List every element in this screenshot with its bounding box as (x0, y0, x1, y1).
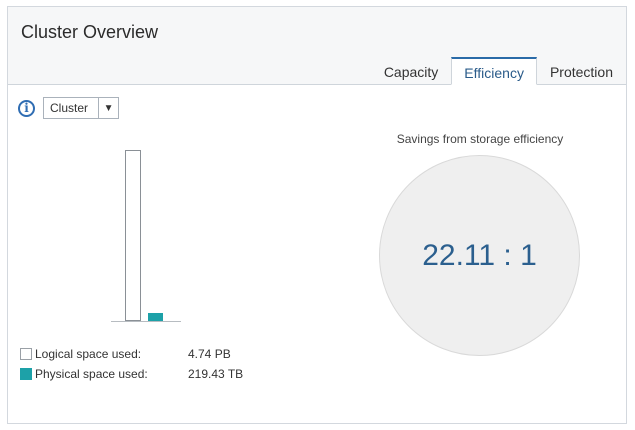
legend-label: Physical space used: (35, 367, 148, 381)
savings-label: Savings from storage efficiency (396, 132, 564, 146)
scope-select[interactable]: Cluster ▼ (43, 97, 120, 119)
legend-item-physical: Physical space used: 219.43 TB (20, 364, 243, 384)
bar-physical-space (148, 313, 163, 321)
info-icon[interactable]: i (18, 99, 35, 117)
panel-title: Cluster Overview (21, 22, 159, 42)
scope-select-value: Cluster (50, 101, 89, 115)
savings-ratio-circle: 22.11 : 1 (379, 155, 580, 356)
tab-bar: Capacity Efficiency Protection (371, 57, 626, 85)
tab-protection[interactable]: Protection (537, 57, 626, 85)
bar-logical-space (125, 150, 141, 321)
legend-value: 219.43 TB (188, 367, 244, 381)
chart-legend: Logical space used: 4.74 PB Physical spa… (20, 344, 243, 384)
legend-swatch-logical (20, 348, 32, 360)
cluster-overview-panel: Cluster Overview Capacity Efficiency Pro… (7, 6, 627, 424)
savings-ratio-value: 22.11 : 1 (422, 238, 537, 272)
legend-label: Logical space used: (35, 347, 142, 361)
legend-value: 4.74 PB (188, 347, 231, 361)
legend-item-logical: Logical space used: 4.74 PB (20, 344, 243, 364)
tab-efficiency[interactable]: Efficiency (451, 57, 537, 85)
chart-controls: i Cluster ▼ (18, 97, 120, 119)
chevron-down-icon[interactable]: ▼ (98, 98, 118, 118)
tab-capacity[interactable]: Capacity (371, 57, 451, 85)
chart-baseline (111, 321, 181, 322)
panel-header: Cluster Overview Capacity Efficiency Pro… (8, 7, 626, 85)
legend-swatch-physical (20, 368, 32, 380)
